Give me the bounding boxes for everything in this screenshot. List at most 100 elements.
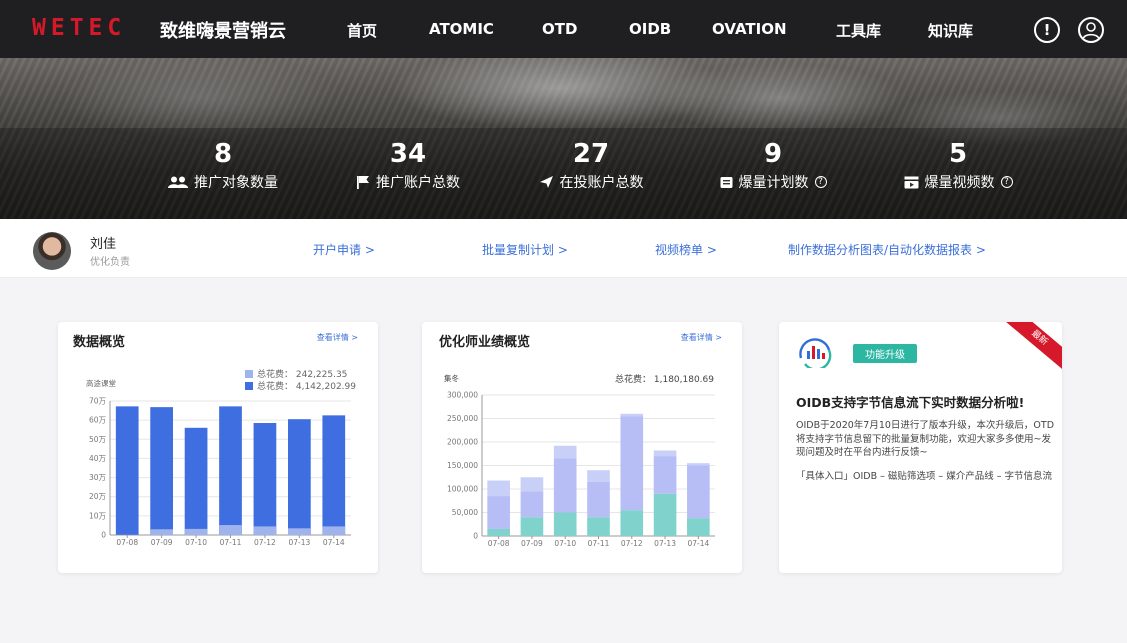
promo-body: OIDB于2020年7月10日进行了版本升级，本次升级后，OTD将支持字节信息留… xyxy=(796,420,1055,458)
plan-icon xyxy=(720,176,732,188)
bar-segment xyxy=(553,512,577,536)
bar xyxy=(287,528,311,535)
nav-home[interactable]: 首页 xyxy=(347,20,377,41)
bar xyxy=(287,419,311,535)
y-tick-label: 200,000 xyxy=(447,438,478,447)
bar xyxy=(253,423,277,535)
bar-segment xyxy=(553,445,577,459)
x-tick-label: 07-14 xyxy=(687,539,709,548)
bar-segment xyxy=(687,518,710,536)
promo-entry: 「具体入口」OIDB – 磁贴筛选项 – 媒介产品线 – 字节信息流 xyxy=(796,471,1052,482)
bar-segment xyxy=(487,480,510,497)
link-open-account[interactable]: 开户申请 > xyxy=(313,241,375,258)
new-ribbon: 最新 xyxy=(999,322,1062,374)
avatar[interactable] xyxy=(33,232,71,270)
link-batch-copy[interactable]: 批量复制计划 > xyxy=(482,241,568,258)
bar-segment xyxy=(653,456,677,494)
nav-toolbox[interactable]: 工具库 xyxy=(836,20,881,41)
stat-active-accounts[interactable]: 27 在投账户总数 xyxy=(511,138,671,192)
promo-card: 最新 功能升级 OIDB支持字节信息流下实时数据分析啦! OIDB于2020年7… xyxy=(779,322,1062,573)
bar-segment xyxy=(520,477,544,492)
y-tick-label: 20万 xyxy=(89,492,107,501)
stat-value: 9 xyxy=(763,139,783,169)
hero-banner: 8 推广对象数量 34 推广账户总数 27 在投账户总数 9 爆量计划数 ? 5… xyxy=(0,58,1127,219)
y-tick-label: 250,000 xyxy=(447,414,478,423)
y-tick-label: 300,000 xyxy=(447,391,478,400)
stat-value: 27 xyxy=(572,139,610,169)
overview-card: 数据概览 查看详情 > 总花费： 242,225.35 总花费： 4,142,2… xyxy=(58,322,378,573)
logo[interactable]: WETEC xyxy=(32,15,126,41)
stat-value: 5 xyxy=(948,139,968,169)
bar xyxy=(322,415,346,535)
nav-oidb[interactable]: OIDB xyxy=(629,20,671,38)
nav-knowledge[interactable]: 知识库 xyxy=(928,20,973,41)
bar xyxy=(184,427,208,535)
bar xyxy=(150,407,174,535)
y-tick-label: 0 xyxy=(473,532,478,541)
link-video-ranking[interactable]: 视频榜单 > xyxy=(655,241,717,258)
bar-segment xyxy=(520,491,544,518)
x-tick-label: 07-11 xyxy=(220,538,242,547)
user-name: 刘佳 xyxy=(90,237,117,252)
x-tick-label: 07-11 xyxy=(588,539,610,548)
promo-title: OIDB支持字节信息流下实时数据分析啦! xyxy=(796,395,1025,410)
overview-bar-chart: 0 10万 20万 30万 40万 50万 60万 70万 07-08 07-09 07-10 07-… xyxy=(89,397,351,547)
nav-ovation[interactable]: OVATION xyxy=(712,20,787,38)
bar xyxy=(253,526,277,535)
y-tick-label: 0 xyxy=(101,531,106,540)
bar-segment xyxy=(687,463,710,466)
bar-segment xyxy=(587,470,610,482)
x-tick-label: 07-09 xyxy=(521,539,543,548)
x-tick-label: 07-12 xyxy=(621,539,643,548)
stat-label: 在投账户总数 xyxy=(559,175,644,191)
alert-icon[interactable]: ! xyxy=(1034,17,1060,43)
x-tick-label: 07-13 xyxy=(288,538,310,547)
x-tick-label: 07-14 xyxy=(323,538,345,547)
y-tick-label: 30万 xyxy=(89,473,107,482)
analytics-logo-icon xyxy=(799,338,832,368)
x-tick-label: 07-08 xyxy=(116,538,138,547)
bar xyxy=(219,406,242,535)
bar xyxy=(184,528,208,535)
y-tick-label: 50,000 xyxy=(452,508,478,517)
top-nav: WETEC 致维嗨景营销云 首页 ATOMIC OTD OIDB OVATION… xyxy=(0,0,1127,58)
y-tick-label: 40万 xyxy=(89,454,107,463)
brand-name: 致维嗨景营销云 xyxy=(160,21,286,42)
y-tick-label: 10万 xyxy=(89,511,107,520)
bar xyxy=(150,529,174,535)
user-icon[interactable] xyxy=(1078,17,1104,43)
help-icon[interactable]: ? xyxy=(1000,176,1013,188)
stat-label: 推广账户总数 xyxy=(376,175,460,191)
x-tick-label: 07-08 xyxy=(488,539,510,548)
video-icon xyxy=(904,176,918,188)
bar xyxy=(219,525,242,535)
stat-value: 34 xyxy=(389,139,427,169)
stat-hot-plans[interactable]: 9 爆量计划数 ? xyxy=(693,138,853,192)
x-tick-label: 07-10 xyxy=(185,538,207,547)
user-bar: 刘佳 优化负责 开户申请 > 批量复制计划 > 视频榜单 > 制作数据分析图表/… xyxy=(0,219,1127,278)
nav-otd[interactable]: OTD xyxy=(542,20,577,38)
bar-segment xyxy=(587,517,610,536)
stat-label: 推广对象数量 xyxy=(194,175,278,191)
bar-segment xyxy=(687,465,710,519)
user-glyph-icon xyxy=(1082,22,1100,39)
upgrade-badge: 功能升级 xyxy=(853,344,917,363)
stat-label: 爆量视频数 xyxy=(924,175,995,191)
stat-hot-videos[interactable]: 5 爆量视频数 ? xyxy=(878,138,1038,192)
x-tick-label: 07-13 xyxy=(654,539,676,548)
help-icon[interactable]: ? xyxy=(814,176,827,188)
stat-label: 爆量计划数 xyxy=(738,175,809,191)
bar-segment xyxy=(620,416,644,511)
x-tick-label: 07-12 xyxy=(254,538,276,547)
bar-segment xyxy=(553,458,577,513)
bar-segment xyxy=(487,528,510,536)
nav-atomic[interactable]: ATOMIC xyxy=(429,20,494,38)
stat-promo-accounts[interactable]: 34 推广账户总数 xyxy=(328,138,488,192)
performance-bar-chart: 0 50,000 100,000 150,000 200,000 250,000 300,0… xyxy=(447,391,715,548)
bar-segment xyxy=(587,481,610,518)
bar xyxy=(115,406,139,535)
stat-promo-objects[interactable]: 8 推广对象数量 xyxy=(143,138,303,192)
bar-segment xyxy=(520,517,544,536)
link-data-reports[interactable]: 制作数据分析图表/自动化数据报表 > xyxy=(788,241,986,258)
bar-segment xyxy=(620,413,644,417)
